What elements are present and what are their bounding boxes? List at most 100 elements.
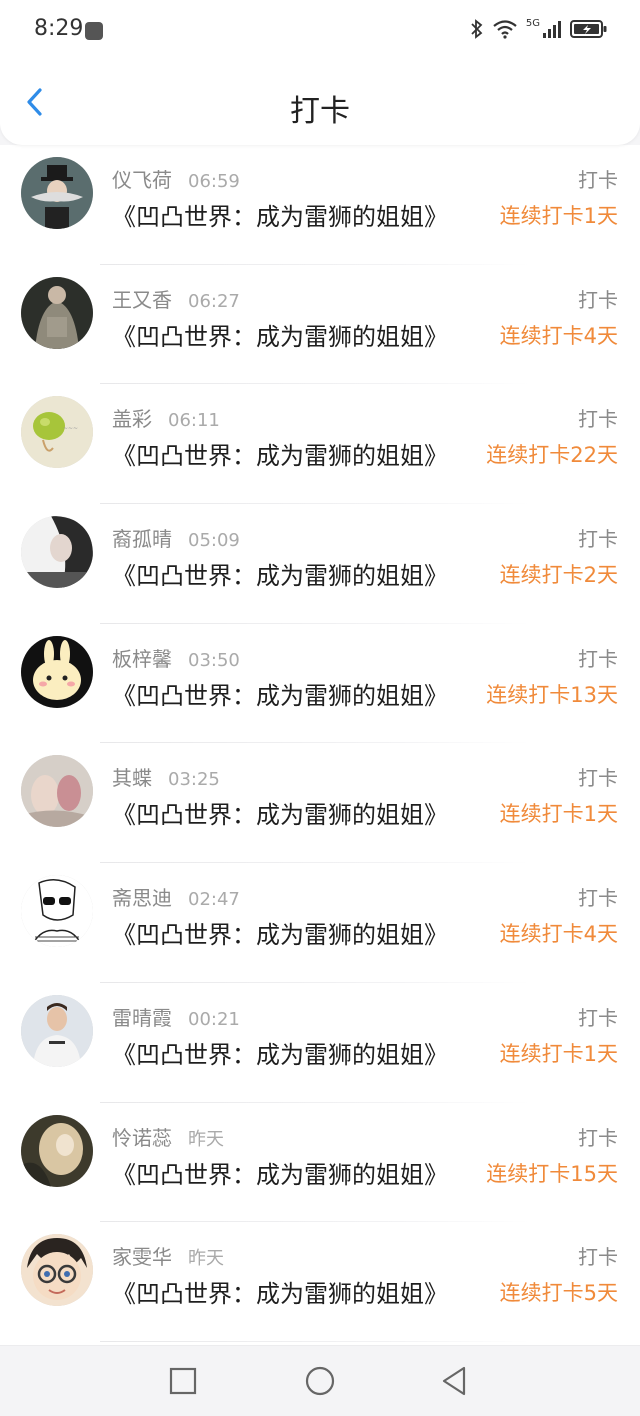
checkin-list: 仪飞荷 06:59 《凹凸世界：成为雷狮的姐姐》 打卡 连续打卡1天 王又香 0… [0,145,640,1345]
entry-type: 打卡 [578,886,618,911]
entry-type: 打卡 [578,646,618,671]
battery-icon [570,20,607,38]
status-icons: 5G [470,18,608,40]
entry-type: 打卡 [578,287,618,312]
user-name: 板梓馨 [112,646,172,671]
entry-user: 裔孤晴 05:09 [112,523,240,552]
notification-icon [85,22,103,40]
avatar[interactable]: ~~~ [21,396,93,469]
streak-label: 连续打卡1天 [499,802,618,827]
entry-user: 板梓馨 03:50 [112,643,240,672]
streak-label: 连续打卡1天 [499,204,618,228]
entry-user: 怜诺蕊 昨天 [112,1122,224,1151]
list-item[interactable]: 裔孤晴 05:09 《凹凸世界：成为雷狮的姐姐》 打卡 连续打卡2天 [0,504,640,624]
signal-icon [543,21,561,38]
circle-icon [305,1366,335,1396]
recent-apps-button[interactable] [166,1364,200,1398]
list-item[interactable]: 王又香 06:27 《凹凸世界：成为雷狮的姐姐》 打卡 连续打卡4天 [0,265,640,385]
streak-label: 连续打卡22天 [486,443,618,468]
square-icon [169,1367,197,1395]
entry-user: 王又香 06:27 [112,284,240,313]
status-time: 8:29 [34,16,84,41]
book-title[interactable]: 《凹凸世界：成为雷狮的姐姐》 [112,795,448,830]
avatar[interactable] [21,157,93,229]
entry-user: 斋思迪 02:47 [112,882,240,911]
book-title[interactable]: 《凹凸世界：成为雷狮的姐姐》 [112,915,448,950]
home-button[interactable] [303,1364,337,1398]
streak-label: 连续打卡13天 [486,682,618,707]
page-title: 打卡 [290,94,350,129]
avatar[interactable] [21,276,93,349]
avatar[interactable] [21,635,93,708]
bluetooth-icon [471,19,483,39]
entry-time: 03:25 [168,769,220,791]
entry-user: 家雯华 昨天 [112,1241,224,1270]
avatar[interactable] [21,755,93,828]
entry-time: 00:21 [188,1008,240,1030]
streak-label: 连续打卡15天 [486,1161,618,1186]
book-title[interactable]: 《凹凸世界：成为雷狮的姐姐》 [112,1155,448,1190]
header: 8:29 5G 打卡 [0,0,640,145]
entry-type: 打卡 [578,168,618,192]
avatar[interactable] [21,516,93,589]
entry-type: 打卡 [578,527,618,552]
book-title[interactable]: 《凹凸世界：成为雷狮的姐姐》 [112,676,448,711]
user-name: 裔孤晴 [112,527,172,552]
user-name: 怜诺蕊 [112,1125,172,1150]
book-title[interactable]: 《凹凸世界：成为雷狮的姐姐》 [112,1035,448,1070]
list-item[interactable]: 仪飞荷 06:59 《凹凸世界：成为雷狮的姐姐》 打卡 连续打卡1天 [0,145,640,265]
entry-time: 02:47 [188,889,240,911]
entry-time: 05:09 [188,530,240,552]
wifi-icon [493,20,517,39]
back-nav-button[interactable] [438,1364,472,1398]
streak-label: 连续打卡4天 [499,922,618,947]
title-bar: 打卡 [0,64,640,144]
divider [100,1340,530,1342]
avatar[interactable] [21,994,93,1067]
entry-time: 昨天 [188,1128,224,1150]
user-name: 家雯华 [112,1245,172,1270]
entry-user: 盖彩 06:11 [112,403,220,432]
network-label: 5G [525,18,540,29]
entry-type: 打卡 [578,407,618,432]
streak-label: 连续打卡2天 [499,563,618,588]
entry-time: 03:50 [188,649,240,671]
book-title[interactable]: 《凹凸世界：成为雷狮的姐姐》 [112,556,448,591]
streak-label: 连续打卡5天 [499,1281,618,1306]
streak-label: 连续打卡1天 [499,1041,618,1066]
book-title[interactable]: 《凹凸世界：成为雷狮的姐姐》 [112,317,448,352]
user-name: 仪飞荷 [112,168,172,192]
status-bar: 8:29 5G [0,0,640,64]
book-title[interactable]: 《凹凸世界：成为雷狮的姐姐》 [112,436,448,471]
user-name: 其蝶 [112,766,152,791]
list-item[interactable]: ~~~ 盖彩 06:11 《凹凸世界：成为雷狮的姐姐》 打卡 连续打卡22天 [0,384,640,505]
entry-time: 06:27 [188,290,240,312]
entry-user: 其蝶 03:25 [112,762,220,791]
list-item[interactable]: 其蝶 03:25 《凹凸世界：成为雷狮的姐姐》 打卡 连续打卡1天 [0,743,640,864]
list-item[interactable]: 家雯华 昨天 《凹凸世界：成为雷狮的姐姐》 打卡 连续打卡5天 [0,1222,640,1342]
entry-time: 昨天 [188,1248,224,1270]
entry-type: 打卡 [578,766,618,791]
entry-user: 雷晴霞 00:21 [112,1002,240,1031]
user-name: 雷晴霞 [112,1005,172,1030]
book-title[interactable]: 《凹凸世界：成为雷狮的姐姐》 [112,1274,448,1309]
entry-type: 打卡 [578,1005,618,1030]
book-title[interactable]: 《凹凸世界：成为雷狮的姐姐》 [112,197,448,232]
avatar[interactable] [21,1114,93,1187]
entry-type: 打卡 [578,1125,618,1150]
avatar[interactable] [21,875,93,948]
entry-time: 06:11 [168,410,220,432]
triangle-back-icon [442,1366,466,1396]
entry-time: 06:59 [188,171,240,192]
avatar[interactable] [21,1234,93,1307]
list-item[interactable]: 雷晴霞 00:21 《凹凸世界：成为雷狮的姐姐》 打卡 连续打卡1天 [0,983,640,1103]
entry-type: 打卡 [578,1245,618,1270]
user-name: 盖彩 [112,407,152,432]
svg-text:~~~: ~~~ [63,425,78,432]
entry-user: 仪飞荷 06:59 [112,164,240,193]
user-name: 斋思迪 [112,886,172,911]
streak-label: 连续打卡4天 [499,323,618,348]
list-item[interactable]: 斋思迪 02:47 《凹凸世界：成为雷狮的姐姐》 打卡 连续打卡4天 [0,863,640,983]
list-item[interactable]: 板梓馨 03:50 《凹凸世界：成为雷狮的姐姐》 打卡 连续打卡13天 [0,624,640,744]
list-item[interactable]: 怜诺蕊 昨天 《凹凸世界：成为雷狮的姐姐》 打卡 连续打卡15天 [0,1103,640,1223]
